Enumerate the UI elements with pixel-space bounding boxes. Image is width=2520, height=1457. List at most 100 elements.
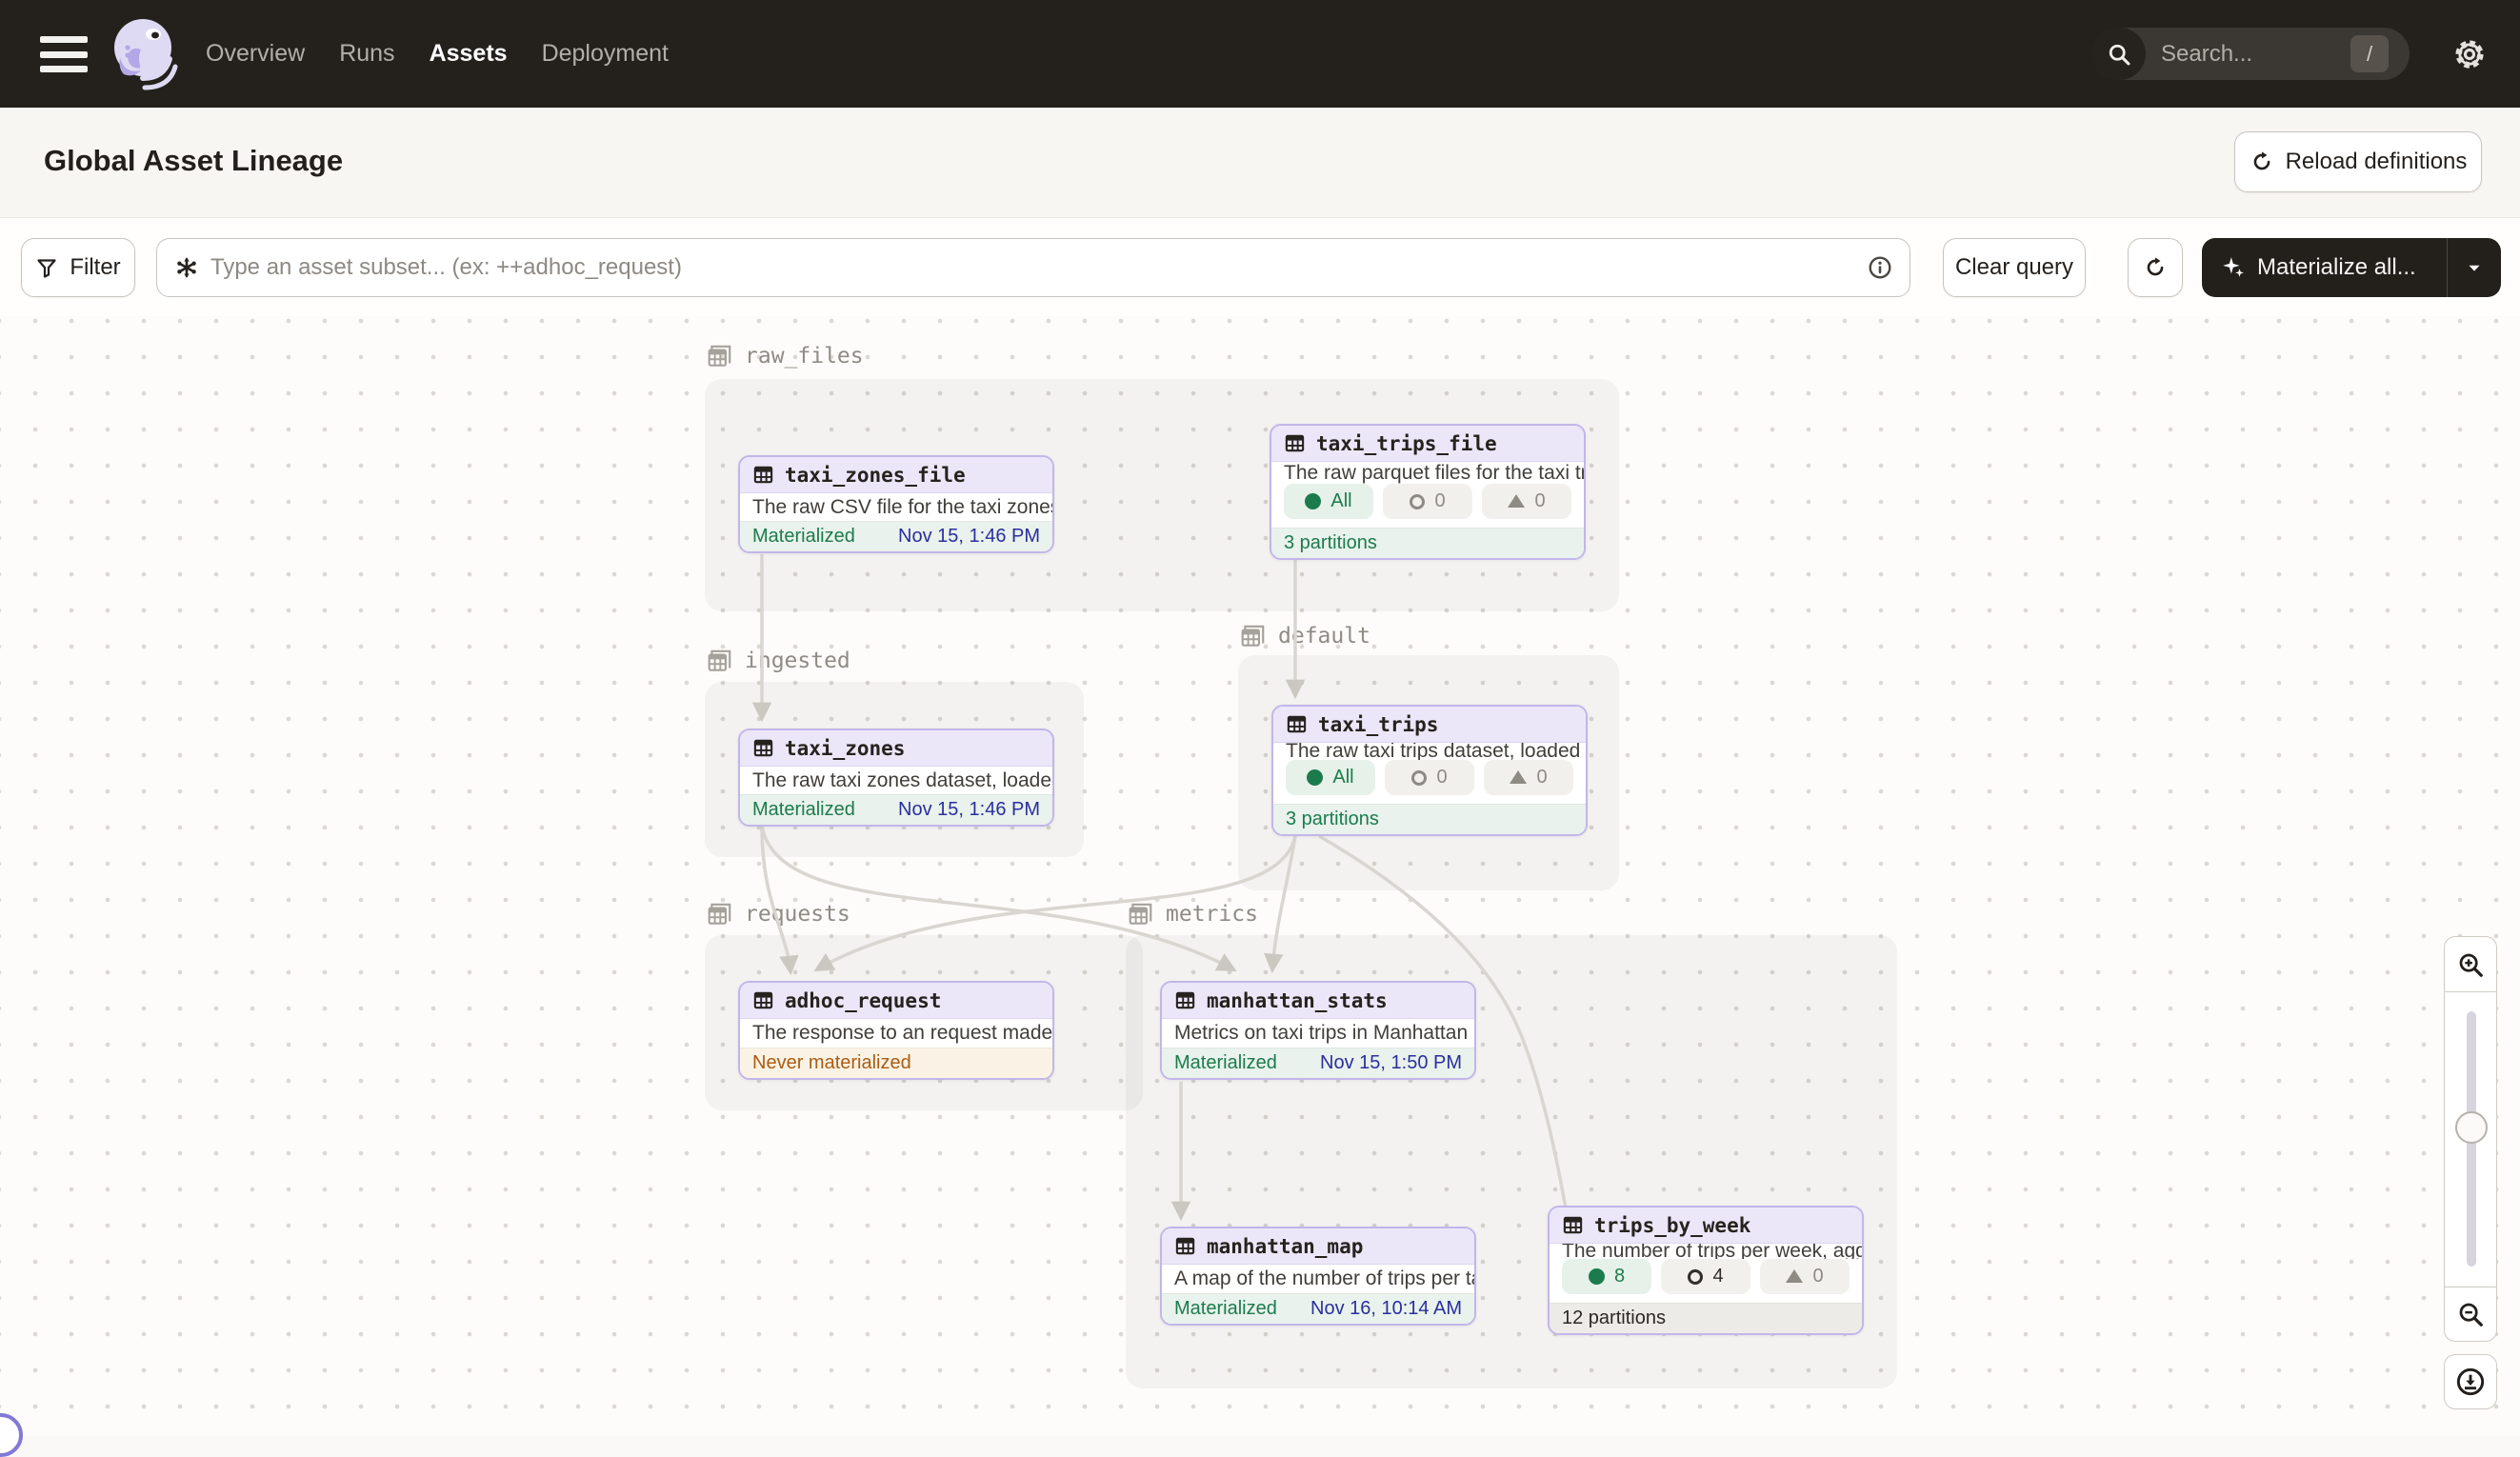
funnel-icon: [35, 256, 58, 279]
zoom-in-button[interactable]: [2444, 936, 2497, 992]
missing-pill[interactable]: 4: [1661, 1259, 1750, 1294]
lineage-toolbar: Filter Clear query Materialize all...: [0, 218, 2520, 316]
materialization-timestamp[interactable]: Nov 16, 10:14 AM: [1310, 1298, 1462, 1320]
asset-query-input[interactable]: [210, 254, 1856, 281]
clear-query-label: Clear query: [1955, 254, 2073, 281]
status-label: Materialized: [1174, 1052, 1277, 1074]
zoom-slider-thumb[interactable]: [2455, 1111, 2488, 1144]
failed-triangle-icon: [1510, 770, 1527, 784]
asset-description: The raw parquet files for the taxi trips…: [1271, 462, 1584, 484]
search-shortcut-badge: /: [2350, 35, 2389, 72]
asset-name: taxi_zones: [785, 737, 905, 760]
table-icon: [1562, 1214, 1584, 1236]
partitions-count: 3 partitions: [1286, 808, 1379, 830]
missing-ring-icon: [1688, 1269, 1703, 1285]
asset-status-bar: 3 partitions: [1273, 804, 1586, 834]
asset-name: taxi_trips: [1318, 713, 1438, 736]
asset-node-trips-by-week[interactable]: trips_by_week The number of trips per we…: [1548, 1206, 1864, 1335]
missing-pill[interactable]: 0: [1385, 760, 1474, 795]
download-image-button[interactable]: [2444, 1354, 2497, 1409]
asset-node-taxi-trips-file[interactable]: taxi_trips_file The raw parquet files fo…: [1270, 424, 1586, 560]
failed-pill[interactable]: 0: [1482, 484, 1571, 519]
clear-query-button[interactable]: Clear query: [1943, 238, 2086, 297]
reload-definitions-button[interactable]: Reload definitions: [2234, 131, 2482, 192]
zoom-out-button[interactable]: [2444, 1287, 2497, 1342]
missing-ring-icon: [1411, 770, 1427, 786]
table-icon: [1174, 989, 1196, 1011]
search-icon: [2092, 28, 2146, 80]
status-label: Materialized: [752, 526, 855, 548]
nav-item-deployment[interactable]: Deployment: [542, 40, 669, 68]
asset-description: A map of the number of trips per taxi z.…: [1162, 1265, 1474, 1293]
refresh-icon: [2143, 255, 2168, 280]
table-icon: [752, 989, 774, 1011]
materialization-timestamp[interactable]: Nov 15, 1:50 PM: [1320, 1052, 1462, 1074]
materialized-pill[interactable]: All: [1284, 484, 1373, 519]
partition-health-pills: All 0 0: [1273, 760, 1586, 804]
table-icon: [1174, 1235, 1196, 1257]
status-label: Never materialized: [752, 1052, 911, 1074]
asset-name: adhoc_request: [785, 989, 941, 1012]
materialize-all-label: Materialize all...: [2257, 254, 2416, 281]
zoom-in-icon: [2456, 950, 2485, 979]
page-title: Global Asset Lineage: [44, 144, 343, 178]
asset-status-bar: 12 partitions: [1550, 1303, 1862, 1333]
failed-pill[interactable]: 0: [1484, 760, 1573, 795]
asset-status-bar: Never materialized: [740, 1048, 1052, 1078]
failed-pill[interactable]: 0: [1760, 1259, 1850, 1294]
partitions-count: 12 partitions: [1562, 1307, 1666, 1329]
asset-node-adhoc-request[interactable]: adhoc_request The response to an request…: [738, 981, 1054, 1080]
search-placeholder: Search...: [2161, 41, 2252, 68]
materialize-all-main[interactable]: Materialize all...: [2202, 254, 2447, 281]
materialized-dot-icon: [1307, 769, 1323, 786]
menu-icon[interactable]: [40, 36, 88, 72]
lineage-canvas[interactable]: raw_files ingested default requests metr…: [0, 316, 2520, 1436]
gear-icon[interactable]: [2453, 38, 2486, 70]
materialized-pill[interactable]: 8: [1562, 1259, 1651, 1294]
table-icon: [1286, 713, 1308, 735]
page-header: Global Asset Lineage Reload definitions: [0, 108, 2520, 218]
info-icon[interactable]: [1868, 255, 1892, 280]
asset-query-field: [156, 238, 1910, 297]
asset-description: The raw taxi zones dataset, loaded int..…: [740, 767, 1052, 794]
refresh-graph-button[interactable]: [2128, 238, 2183, 297]
dagster-logo-icon[interactable]: [99, 8, 190, 99]
nav-item-overview[interactable]: Overview: [206, 40, 305, 68]
nav-links: Overview Runs Assets Deployment: [206, 0, 669, 108]
materialized-dot-icon: [1305, 493, 1321, 509]
asset-selector-icon: [174, 255, 199, 280]
asset-description: Metrics on taxi trips in Manhattan: [1162, 1019, 1474, 1048]
zoom-slider: [2444, 992, 2497, 1287]
asset-status-bar: Materialized Nov 15, 1:50 PM: [1162, 1048, 1474, 1078]
download-icon: [2455, 1367, 2486, 1397]
table-icon: [752, 464, 774, 486]
materialization-timestamp[interactable]: Nov 15, 1:46 PM: [898, 799, 1040, 821]
asset-name: taxi_zones_file: [785, 464, 966, 487]
asset-description: The number of trips per week, aggreg...: [1550, 1244, 1862, 1259]
asset-name: manhattan_stats: [1207, 989, 1388, 1012]
asset-node-taxi-trips[interactable]: taxi_trips The raw taxi trips dataset, l…: [1271, 705, 1588, 836]
materialized-pill[interactable]: All: [1286, 760, 1375, 795]
materialize-dropdown-toggle[interactable]: [2448, 257, 2501, 278]
missing-pill[interactable]: 0: [1383, 484, 1472, 519]
reload-definitions-label: Reload definitions: [2286, 149, 2468, 175]
nav-item-runs[interactable]: Runs: [339, 40, 394, 68]
asset-node-manhattan-map[interactable]: manhattan_map A map of the number of tri…: [1160, 1227, 1476, 1326]
table-icon: [752, 737, 774, 759]
chevron-down-icon: [2464, 257, 2485, 278]
materialized-dot-icon: [1589, 1268, 1605, 1285]
asset-status-bar: 3 partitions: [1271, 528, 1584, 558]
nav-item-assets[interactable]: Assets: [430, 40, 508, 68]
status-label: Materialized: [1174, 1298, 1277, 1320]
asset-name: manhattan_map: [1207, 1235, 1363, 1258]
asset-node-taxi-zones[interactable]: taxi_zones The raw taxi zones dataset, l…: [738, 728, 1054, 827]
top-nav: Overview Runs Assets Deployment Search..…: [0, 0, 2520, 108]
materialization-timestamp[interactable]: Nov 15, 1:46 PM: [898, 526, 1040, 548]
asset-status-bar: Materialized Nov 15, 1:46 PM: [740, 521, 1052, 551]
missing-ring-icon: [1410, 494, 1425, 509]
materialize-all-button[interactable]: Materialize all...: [2202, 238, 2501, 297]
search-input[interactable]: Search... /: [2092, 28, 2410, 80]
asset-node-manhattan-stats[interactable]: manhattan_stats Metrics on taxi trips in…: [1160, 981, 1476, 1080]
asset-node-taxi-zones-file[interactable]: taxi_zones_file The raw CSV file for the…: [738, 455, 1054, 553]
filter-button[interactable]: Filter: [21, 238, 135, 297]
